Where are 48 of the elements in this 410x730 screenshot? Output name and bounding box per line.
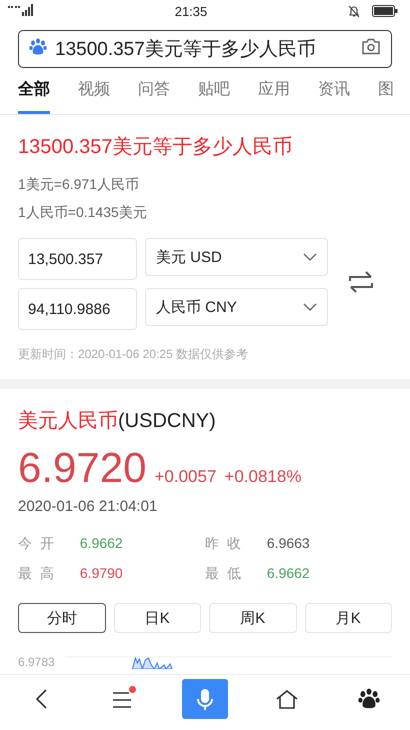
search-tab[interactable]: 视频 xyxy=(78,68,110,114)
chevron-down-icon xyxy=(303,303,317,311)
sparkline-drawing xyxy=(132,656,173,669)
update-note: 更新时间：2020-01-06 20:25 数据仅供参考 xyxy=(18,346,250,363)
exchange-rate: 1美元=6.971人民币 xyxy=(18,175,140,194)
stat-value: 6.9662 xyxy=(80,535,123,553)
period-tab[interactable]: 日K xyxy=(114,603,201,633)
axis-label: 6.9783 xyxy=(18,655,55,669)
search-tab[interactable]: 问答 xyxy=(138,68,170,114)
paw-icon[interactable] xyxy=(358,688,380,710)
price-change: +0.0057 xyxy=(154,467,216,487)
clock-time: 21:35 xyxy=(174,4,208,18)
amount-field[interactable]: 13,500.357 xyxy=(18,238,137,280)
search-tab[interactable]: 应用 xyxy=(258,68,290,114)
period-tab[interactable]: 分时 xyxy=(18,603,106,633)
stat-label: 最 高 xyxy=(18,565,56,583)
search-tab[interactable]: 图 xyxy=(378,68,394,114)
stat-label: 最 低 xyxy=(205,565,243,583)
paw-icon xyxy=(29,38,47,56)
camera-icon[interactable] xyxy=(361,38,381,55)
stat-value: 6.9662 xyxy=(266,565,310,583)
search-tab[interactable]: 全部 xyxy=(18,68,50,114)
currency-dropdown[interactable]: 美元 USD xyxy=(145,238,328,276)
swap-icon[interactable] xyxy=(348,270,374,292)
stat-value: 6.9790 xyxy=(80,565,123,583)
stat-value: 6.9663 xyxy=(266,535,310,553)
result-title[interactable]: 13500.357美元等于多少人民币 xyxy=(18,133,392,160)
search-tab[interactable]: 贴吧 xyxy=(198,68,230,114)
microphone-button[interactable] xyxy=(182,679,228,719)
period-tab[interactable]: 月K xyxy=(304,603,392,633)
stat-label: 今 开 xyxy=(18,535,56,553)
exchange-rate: 1人民币=0.1435美元 xyxy=(18,203,148,222)
amount-field[interactable]: 94,110.9886 xyxy=(18,288,137,330)
bell-muted-icon xyxy=(348,4,360,18)
currency-dropdown[interactable]: 人民币 CNY xyxy=(145,288,328,326)
back-icon[interactable] xyxy=(35,689,47,709)
home-icon[interactable] xyxy=(275,689,299,709)
search-tab[interactable]: 资讯 xyxy=(318,68,350,114)
quote-title: 美元人民币(USDCNY) xyxy=(18,409,217,434)
search-field[interactable]: 13500.357美元等于多少人民币 xyxy=(18,30,392,68)
quote-time: 2020-01-06 21:04:01 xyxy=(18,498,158,515)
percent-change: +0.0818% xyxy=(224,467,302,487)
chevron-down-icon xyxy=(303,253,317,261)
period-tab[interactable]: 周K xyxy=(209,603,296,633)
battery-icon xyxy=(372,5,398,17)
stat-label: 昨 收 xyxy=(205,535,243,553)
price-value: 6.9720 xyxy=(18,444,146,492)
signal-icon xyxy=(8,4,34,16)
